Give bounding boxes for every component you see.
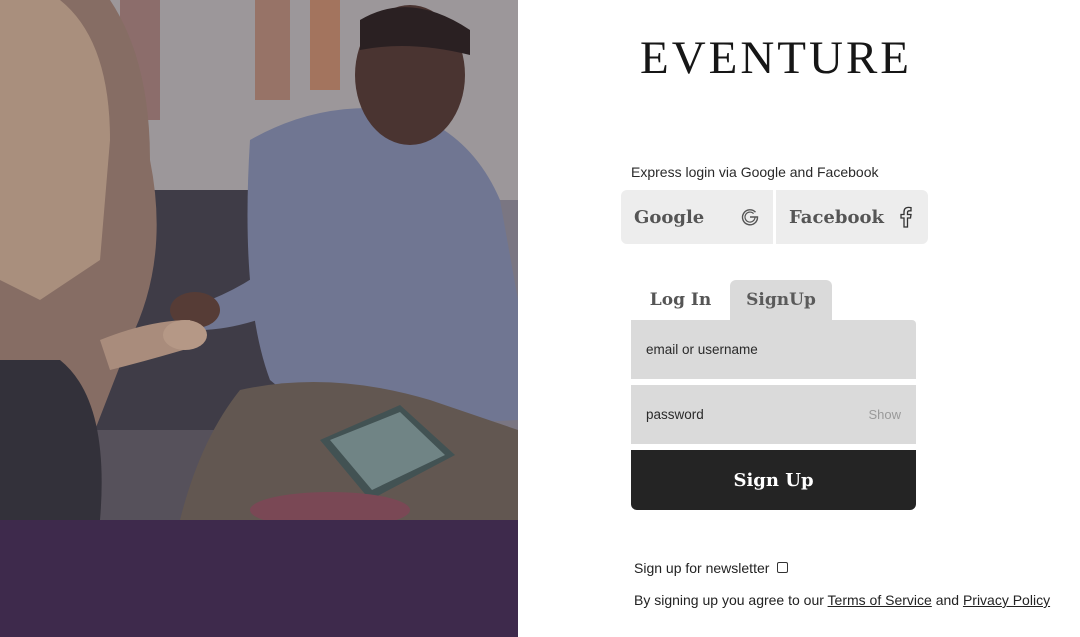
brand-logo: EVENTURE: [640, 32, 913, 84]
google-login-label: Google: [634, 206, 705, 228]
auth-tabs: Log In SignUp: [631, 280, 832, 320]
show-password-toggle[interactable]: Show: [868, 407, 901, 422]
tab-signup[interactable]: SignUp: [730, 280, 832, 320]
terms-prefix: By signing up you agree to our: [634, 592, 824, 608]
google-login-button[interactable]: Google: [621, 190, 773, 244]
facebook-login-button[interactable]: Facebook: [776, 190, 928, 244]
express-login-label: Express login via Google and Facebook: [631, 164, 879, 180]
hero-footer-band: [0, 520, 518, 637]
terms-text: By signing up you agree to our Terms of …: [634, 592, 1050, 608]
password-input[interactable]: [646, 407, 846, 422]
facebook-login-label: Facebook: [789, 206, 884, 228]
google-icon: [739, 206, 761, 228]
facebook-icon: [894, 206, 916, 228]
password-field-container: Show: [631, 385, 916, 444]
privacy-policy-link[interactable]: Privacy Policy: [963, 592, 1050, 608]
hero-panel: [0, 0, 518, 637]
terms-of-service-link[interactable]: Terms of Service: [828, 592, 932, 608]
terms-conjunction: and: [935, 592, 960, 608]
hero-photo: [0, 0, 518, 520]
social-login-row: Google Facebook: [621, 190, 928, 244]
sign-up-button[interactable]: Sign Up: [631, 450, 916, 510]
email-input[interactable]: [646, 342, 846, 357]
tab-login[interactable]: Log In: [631, 280, 730, 320]
newsletter-checkbox[interactable]: [777, 561, 789, 573]
newsletter-row: Sign up for newsletter: [634, 560, 789, 576]
newsletter-label: Sign up for newsletter: [634, 560, 770, 576]
email-field-container: [631, 320, 916, 379]
